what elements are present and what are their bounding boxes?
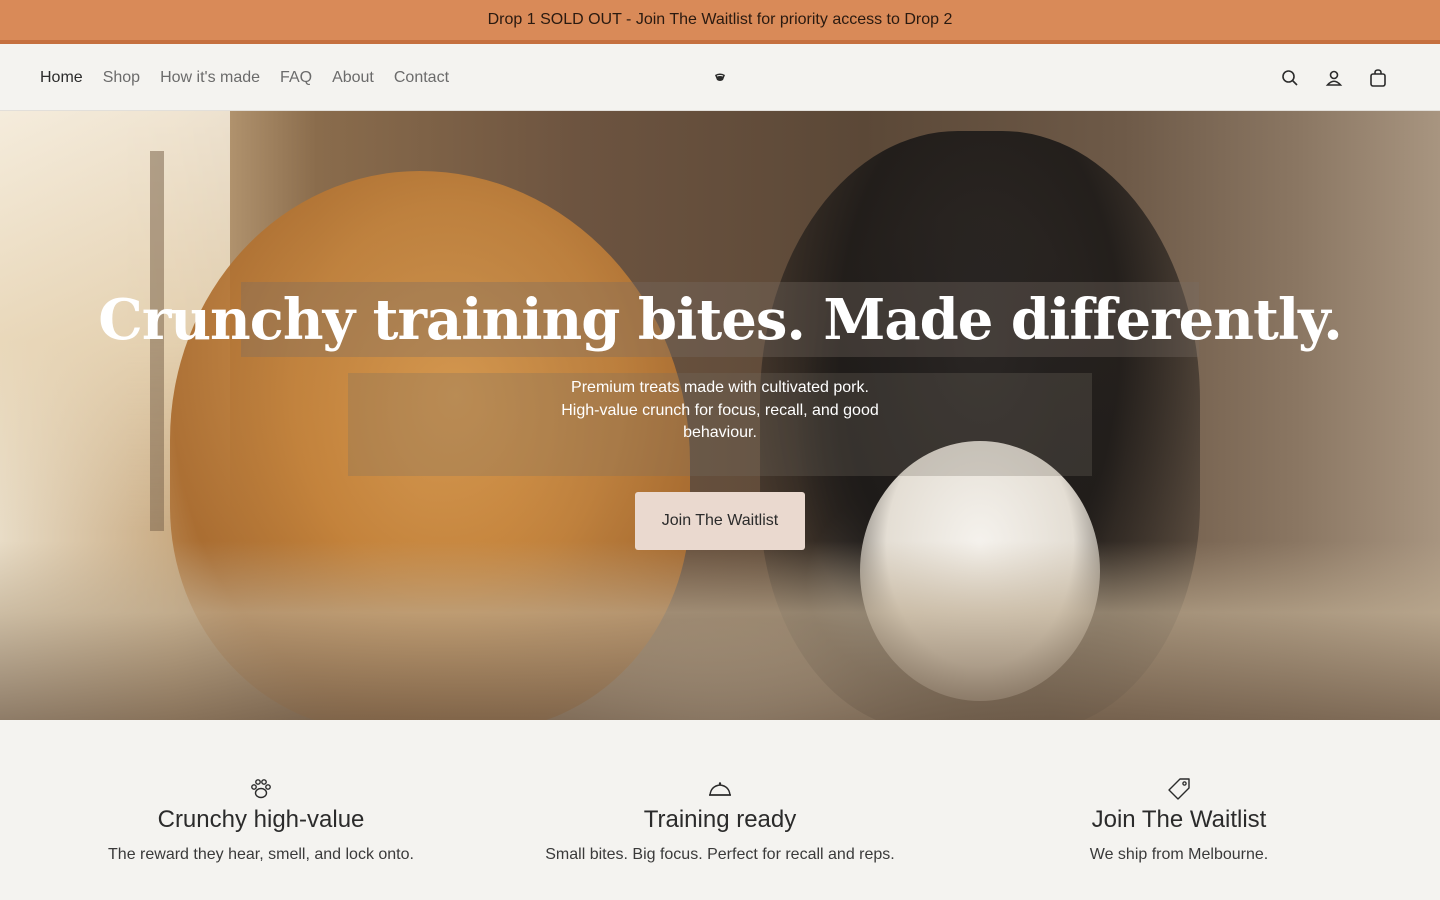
account-icon[interactable]	[1322, 66, 1346, 90]
nav-home[interactable]: Home	[40, 69, 83, 87]
hero-subtitle: Premium treats made with cultivated pork…	[561, 379, 879, 441]
features-section: Crunchy high-value The reward they hear,…	[0, 720, 1440, 900]
hero-title: Crunchy training bites. Made differently…	[98, 286, 1342, 353]
nav-faq[interactable]: FAQ	[280, 69, 312, 87]
hero-title-backdrop: Crunchy training bites. Made differently…	[98, 282, 1343, 357]
hero-rug	[0, 541, 1440, 720]
cart-icon[interactable]	[1366, 66, 1390, 90]
feature-training: Training ready Small bites. Big focus. P…	[500, 776, 940, 864]
main-nav: Home Shop How it's made FAQ About Contac…	[40, 44, 449, 111]
tag-icon	[1168, 778, 1190, 800]
nav-how-its-made[interactable]: How it's made	[160, 69, 260, 87]
feature-title: Training ready	[643, 806, 797, 833]
announcement-bar[interactable]: Drop 1 SOLD OUT - Join The Waitlist for …	[0, 0, 1440, 44]
feature-title: Join The Waitlist	[1091, 806, 1267, 833]
nav-about[interactable]: About	[332, 69, 374, 87]
feature-waitlist: Join The Waitlist We ship from Melbourne…	[959, 776, 1399, 864]
feature-crunchy: Crunchy high-value The reward they hear,…	[41, 776, 481, 864]
feature-text: Small bites. Big focus. Perfect for reca…	[545, 846, 895, 863]
header-actions	[1278, 44, 1390, 111]
feature-text: We ship from Melbourne.	[1089, 846, 1269, 863]
paw-icon	[251, 779, 271, 799]
logo-icon[interactable]	[714, 72, 726, 82]
join-waitlist-button[interactable]: Join The Waitlist	[635, 492, 805, 550]
hero-section: Crunchy training bites. Made differently…	[0, 111, 1440, 720]
search-icon[interactable]	[1278, 66, 1302, 90]
feature-title: Crunchy high-value	[157, 806, 365, 833]
nav-shop[interactable]: Shop	[103, 69, 140, 87]
announcement-text[interactable]: Drop 1 SOLD OUT - Join The Waitlist for …	[488, 11, 953, 29]
feature-text: The reward they hear, smell, and lock on…	[108, 846, 414, 863]
site-header: Home Shop How it's made FAQ About Contac…	[0, 44, 1440, 111]
bowl-icon	[709, 782, 731, 796]
nav-contact[interactable]: Contact	[394, 69, 449, 87]
